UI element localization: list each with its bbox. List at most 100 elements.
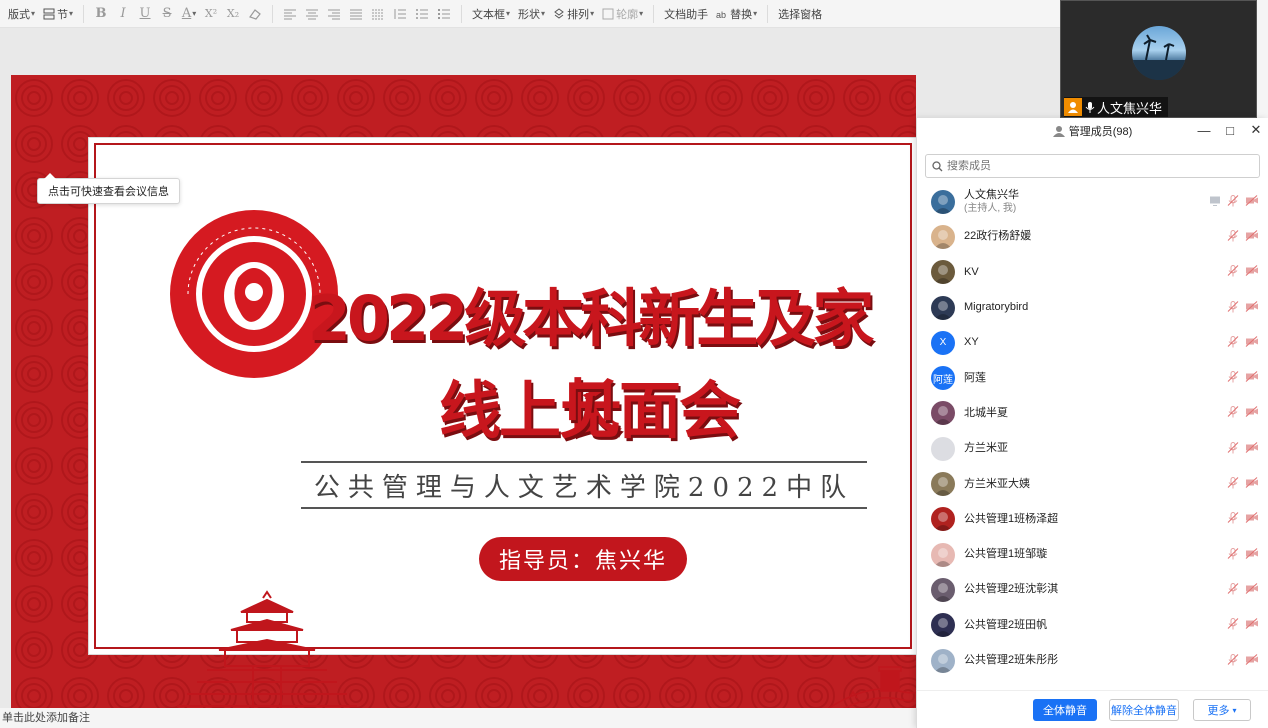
- underline-button[interactable]: U: [134, 3, 156, 25]
- member-row[interactable]: KV: [917, 255, 1268, 290]
- arrange-button[interactable]: 排列 ▾: [549, 3, 598, 25]
- member-controls: [1227, 265, 1259, 280]
- justify-icon[interactable]: [345, 3, 367, 25]
- maximize-icon[interactable]: □: [1224, 122, 1236, 138]
- selection-pane-button[interactable]: 选择窗格: [774, 3, 826, 25]
- member-name-block: 公共管理2班沈彰淇: [964, 583, 1058, 596]
- camera-off-icon[interactable]: [1245, 547, 1259, 562]
- member-row[interactable]: 阿莲 阿莲: [917, 360, 1268, 395]
- member-row[interactable]: Migratorybird: [917, 290, 1268, 325]
- meeting-info-tooltip[interactable]: 点击可快速查看会议信息: [37, 173, 180, 204]
- camera-off-icon[interactable]: [1245, 406, 1259, 421]
- member-name: 公共管理2班田帆: [964, 618, 1048, 631]
- member-controls: [1227, 335, 1259, 350]
- camera-off-icon[interactable]: [1245, 371, 1259, 386]
- strikethrough-button[interactable]: S: [156, 3, 178, 25]
- instructor-badge[interactable]: 指导员：焦兴华: [479, 537, 687, 581]
- close-icon[interactable]: ✕: [1250, 122, 1262, 138]
- member-controls: [1227, 477, 1259, 492]
- member-name: 公共管理2班沈彰淇: [964, 583, 1059, 596]
- subscript-button[interactable]: X₂: [222, 3, 244, 25]
- member-role: (主持人, 我): [964, 202, 1017, 214]
- camera-off-icon[interactable]: [1245, 477, 1259, 492]
- member-row[interactable]: 方兰米亚: [917, 431, 1268, 466]
- unmute-all-button[interactable]: 解除全体静音: [1109, 699, 1179, 721]
- more-button[interactable]: 更多 ▾: [1193, 699, 1251, 721]
- font-color-button[interactable]: A ▾: [178, 3, 200, 25]
- member-list[interactable]: 人文焦兴华 (主持人, 我) 22政行杨舒媛 KV Migratorybird X XY 阿莲…: [917, 184, 1268, 684]
- member-row[interactable]: 公共管理2班沈彰淇: [917, 572, 1268, 607]
- member-row[interactable]: 22政行杨舒媛: [917, 219, 1268, 254]
- camera-off-icon[interactable]: [1245, 300, 1259, 315]
- shape-button[interactable]: 形状 ▾: [514, 3, 549, 25]
- section-label: 节: [57, 8, 69, 21]
- camera-off-icon[interactable]: [1245, 618, 1259, 633]
- member-management-panel: 管理成员(98) — □ ✕ 人文焦兴华(主持人, 我) 22政行杨舒媛 KV Mig…: [916, 118, 1268, 728]
- camera-off-icon[interactable]: [1245, 265, 1259, 280]
- line-spacing-icon[interactable]: [389, 3, 411, 25]
- camera-off-icon[interactable]: [1245, 335, 1259, 350]
- member-row[interactable]: 北城半夏: [917, 396, 1268, 431]
- camera-off-icon[interactable]: [1245, 194, 1259, 209]
- mic-muted-icon[interactable]: [1227, 406, 1239, 421]
- slide-title-line2[interactable]: 线上见面会: [279, 360, 899, 450]
- distribute-icon[interactable]: [367, 3, 389, 25]
- mic-muted-icon[interactable]: [1227, 547, 1239, 562]
- member-search-input[interactable]: [947, 160, 1237, 172]
- mic-muted-icon[interactable]: [1227, 441, 1239, 456]
- mic-muted-icon[interactable]: [1227, 229, 1239, 244]
- slide[interactable]: 2022级本科新生及家长 线上见面会 公共管理与人文艺术学院2022中队 指导员…: [11, 75, 916, 718]
- bold-button[interactable]: B: [90, 3, 112, 25]
- numbered-list-icon[interactable]: [411, 3, 433, 25]
- bullet-list-icon[interactable]: [433, 3, 455, 25]
- person-icon: [1052, 126, 1065, 137]
- camera-off-icon[interactable]: [1245, 512, 1259, 527]
- outline-button[interactable]: 轮廓 ▾: [598, 3, 647, 25]
- mic-muted-icon[interactable]: [1227, 194, 1239, 209]
- mic-muted-icon[interactable]: [1227, 477, 1239, 492]
- slide-subtitle[interactable]: 公共管理与人文艺术学院2022中队: [314, 467, 854, 504]
- member-row[interactable]: 公共管理1班杨泽超: [917, 502, 1268, 537]
- mic-muted-icon[interactable]: [1227, 335, 1239, 350]
- mic-muted-icon[interactable]: [1227, 512, 1239, 527]
- textbox-button[interactable]: 文本框 ▾: [468, 3, 514, 25]
- member-row[interactable]: 人文焦兴华 (主持人, 我): [917, 184, 1268, 219]
- member-name: 方兰米亚: [964, 442, 1008, 455]
- align-right-icon[interactable]: [323, 3, 345, 25]
- doc-assistant-button[interactable]: 文档助手: [660, 3, 712, 25]
- mic-muted-icon[interactable]: [1227, 371, 1239, 386]
- member-row[interactable]: 公共管理1班邹璇: [917, 537, 1268, 572]
- layout-button[interactable]: 版式 ▾: [4, 3, 39, 25]
- member-row[interactable]: X XY: [917, 325, 1268, 360]
- member-name-block: 人文焦兴华 (主持人, 我): [964, 189, 1019, 215]
- minimize-icon[interactable]: —: [1198, 122, 1211, 138]
- mic-muted-icon[interactable]: [1227, 618, 1239, 633]
- mute-all-button[interactable]: 全体静音: [1033, 699, 1097, 721]
- replace-button[interactable]: ab 替换 ▾: [712, 3, 761, 25]
- member-search-box[interactable]: [925, 154, 1260, 178]
- superscript-button[interactable]: X²: [200, 3, 222, 25]
- host-video-tile[interactable]: 人文焦兴华: [1060, 0, 1257, 118]
- member-row[interactable]: 方兰米亚大姨: [917, 466, 1268, 501]
- screen-share-icon[interactable]: [1209, 194, 1221, 209]
- panel-footer: 全体静音 解除全体静音 更多 ▾: [917, 690, 1268, 728]
- member-controls: [1227, 582, 1259, 597]
- camera-off-icon[interactable]: [1245, 582, 1259, 597]
- member-controls: [1227, 229, 1259, 244]
- align-left-icon[interactable]: [279, 3, 301, 25]
- mic-muted-icon[interactable]: [1227, 265, 1239, 280]
- camera-off-icon[interactable]: [1245, 229, 1259, 244]
- toolbar-divider: [272, 4, 274, 23]
- camera-off-icon[interactable]: [1245, 441, 1259, 456]
- section-button[interactable]: 节 ▾: [39, 3, 77, 25]
- member-row[interactable]: 公共管理2班朱彤彤: [917, 643, 1268, 678]
- italic-button[interactable]: I: [112, 3, 134, 25]
- eraser-icon[interactable]: [244, 3, 266, 25]
- mic-muted-icon[interactable]: [1227, 653, 1239, 668]
- member-row[interactable]: 公共管理2班田帆: [917, 608, 1268, 643]
- notes-bar[interactable]: 单击此处添加备注: [0, 708, 916, 728]
- align-center-icon[interactable]: [301, 3, 323, 25]
- mic-muted-icon[interactable]: [1227, 582, 1239, 597]
- mic-muted-icon[interactable]: [1227, 300, 1239, 315]
- camera-off-icon[interactable]: [1245, 653, 1259, 668]
